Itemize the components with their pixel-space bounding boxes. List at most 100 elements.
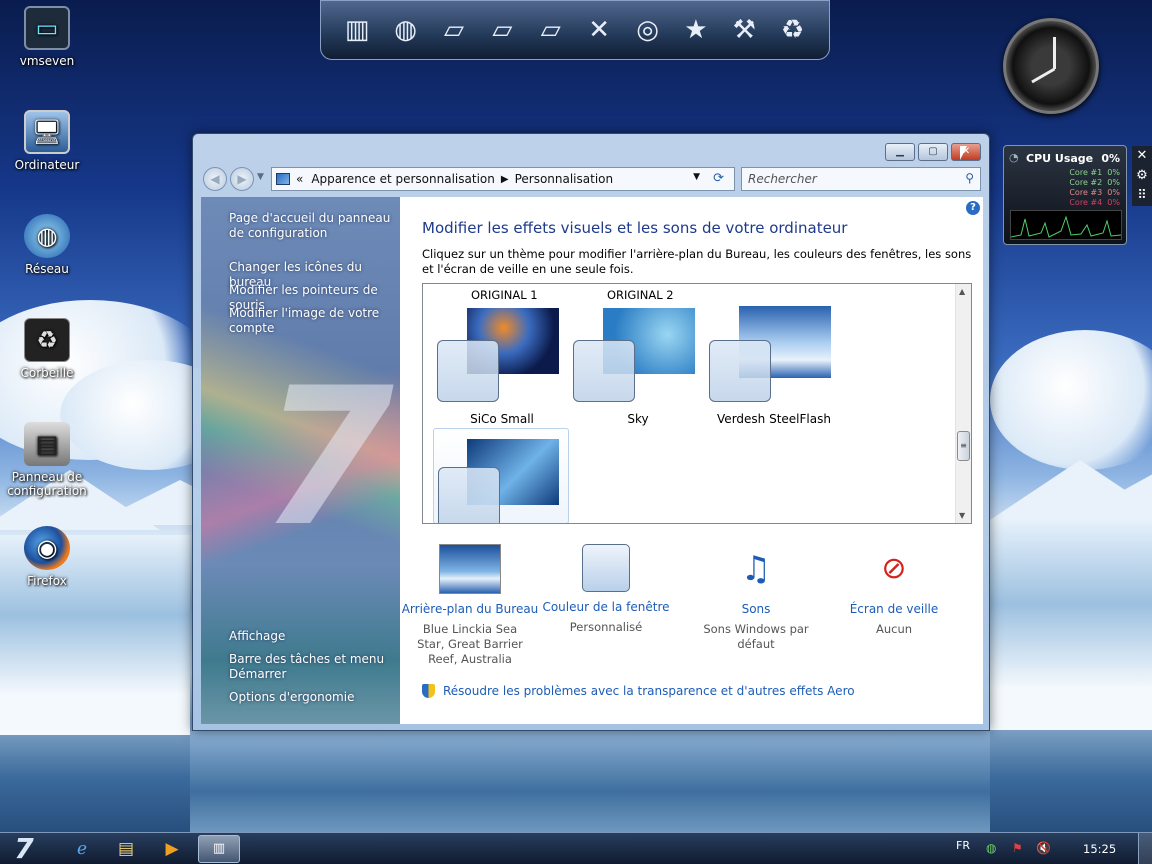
breadcrumb-apparence[interactable]: Apparence et personnalisation <box>311 172 495 186</box>
theme-sky[interactable]: Sky <box>573 308 709 438</box>
search-icon[interactable]: ⚲ <box>965 171 974 185</box>
aero-troubleshoot-link[interactable]: Résoudre les problèmes avec la transpare… <box>422 684 855 698</box>
desktop-icon-vmseven[interactable]: ▭ vmseven <box>2 6 92 68</box>
link-control-panel-home[interactable]: Page d'accueil du panneau de configurati… <box>229 211 397 241</box>
arrow-right-icon: ▶ <box>237 172 247 186</box>
language-indicator[interactable]: FR <box>956 839 970 852</box>
folder-icon[interactable]: ▱ <box>481 8 523 52</box>
cpu-usage-gadget[interactable]: ◔ CPU Usage 0% Core #1 0% Core #2 0% Cor… <box>1003 145 1127 245</box>
theme-name: SiCo Small <box>470 412 534 426</box>
forward-button[interactable]: ▶ <box>230 167 254 191</box>
arrow-left-icon: ◀ <box>210 172 220 186</box>
theme-list[interactable]: ORIGINAL 1 ORIGINAL 2 SiCo Small Sky Ver… <box>422 283 972 524</box>
window-color-value: Personnalisé <box>569 620 643 634</box>
folder-icon[interactable]: ▱ <box>433 8 475 52</box>
taskbar-control-panel[interactable]: ▥ <box>198 835 240 863</box>
cpu-total: 0% <box>1101 152 1120 165</box>
desktop-icon-ordinateur[interactable]: 🖥 Ordinateur <box>2 110 92 172</box>
option-desktop-background[interactable]: Arrière-plan du Bureau Blue Linckia Sea … <box>400 544 540 667</box>
cpu-core-row: Core #3 0% <box>1069 188 1120 197</box>
presentation-icon[interactable]: ▥ <box>336 8 378 52</box>
aero-troubleshoot-label[interactable]: Résoudre les problèmes avec la transpare… <box>443 684 855 698</box>
link-account-picture[interactable]: Modifier l'image de votre compte <box>229 306 397 336</box>
network-globe-icon[interactable]: ◍ <box>385 8 427 52</box>
folder-icon: ▤ <box>117 839 135 859</box>
theme-window-color <box>573 340 635 402</box>
clock-time[interactable]: 15:25 <box>1083 842 1116 856</box>
theme-current[interactable] <box>433 428 569 523</box>
taskbar-media-player[interactable]: ▶ <box>152 835 192 863</box>
wrench-icon[interactable]: ⚙ <box>1132 166 1152 186</box>
desktop-icon-label: Réseau <box>25 262 69 276</box>
link-ease-of-access[interactable]: Options d'ergonomie <box>229 690 397 705</box>
desktop-background-value: Blue Linckia Sea Star, Great Barrier Ree… <box>417 622 523 666</box>
desktop-background-link[interactable]: Arrière-plan du Bureau <box>400 602 540 616</box>
start-button[interactable]: 7 <box>4 833 44 864</box>
volume-muted-icon[interactable]: 🔇 <box>1036 841 1051 855</box>
refresh-icon[interactable]: ⟳ <box>713 171 724 186</box>
scrollbar-thumb[interactable]: ≡ <box>957 431 970 461</box>
cpu-graph-line <box>1010 215 1122 238</box>
folder-icon[interactable]: ▱ <box>530 8 572 52</box>
action-center-icon[interactable]: ⚑ <box>1012 841 1023 855</box>
desktop-icon-firefox[interactable]: ◉ Firefox <box>2 526 92 588</box>
link-taskbar-start-menu[interactable]: Barre des tâches et menu Démarrer <box>229 652 397 682</box>
address-bar[interactable]: « Apparence et personnalisation ▶ Person… <box>271 167 735 191</box>
theme-list-scrollbar[interactable]: ▲ ≡ ▼ <box>955 284 971 523</box>
help-icon[interactable]: ? <box>966 201 980 215</box>
show-desktop-button[interactable] <box>1138 833 1152 864</box>
desktop-icon-label: Panneau de configuration <box>7 470 87 498</box>
window-color-link[interactable]: Couleur de la fenêtre <box>536 600 676 614</box>
network-globe-icon: ◍ <box>24 214 70 258</box>
taskbar-ie[interactable]: ℯ <box>62 835 102 863</box>
scroll-down-icon[interactable]: ▼ <box>959 511 965 520</box>
window-color-icon <box>582 544 630 592</box>
network-tray-icon[interactable]: ◍ <box>986 841 996 855</box>
breadcrumb-personnalisation[interactable]: Personnalisation <box>515 172 614 186</box>
desktop-icon-corbeille[interactable]: ♻ Corbeille <box>2 318 92 380</box>
clock-gadget[interactable] <box>1003 18 1099 114</box>
link-affichage[interactable]: Affichage <box>229 629 397 644</box>
shield-icon <box>422 684 435 698</box>
recycle-bin-icon: ♻ <box>24 318 70 362</box>
address-dropdown-icon[interactable]: ▼ <box>693 172 700 182</box>
minimize-button[interactable]: ▁ <box>885 143 915 161</box>
theme-sico-small[interactable]: SiCo Small <box>437 308 573 438</box>
taskbar-explorer[interactable]: ▤ <box>106 835 146 863</box>
hammer-icon[interactable]: ⚒ <box>723 8 765 52</box>
screensaver-link[interactable]: Écran de veille <box>824 602 964 616</box>
theme-name: Verdesh SteelFlash <box>717 412 831 426</box>
recent-pages-dropdown[interactable]: ▼ <box>257 172 264 182</box>
theme-window-color <box>438 467 500 523</box>
breadcrumb-separator-icon[interactable]: ▶ <box>501 174 509 185</box>
breadcrumb-prefix[interactable]: « <box>296 172 303 186</box>
monitor-icon: ▭ <box>24 6 70 50</box>
sounds-link[interactable]: Sons <box>686 602 826 616</box>
windows-logo-icon: 7 <box>14 832 34 864</box>
theme-verdesh-steelflash[interactable]: Verdesh SteelFlash <box>709 302 845 432</box>
tools-icon[interactable]: ✕ <box>578 8 620 52</box>
option-window-color[interactable]: Couleur de la fenêtre Personnalisé <box>536 544 676 635</box>
cpu-core-row: Core #1 0% <box>1069 168 1120 177</box>
desktop-icon-panneau[interactable]: ▤ Panneau de configuration <box>2 422 92 498</box>
desktop-icon-reseau[interactable]: ◍ Réseau <box>2 214 92 276</box>
control-panel-icon: ▤ <box>24 422 70 466</box>
sounds-icon: ♫ <box>740 549 772 589</box>
option-screensaver[interactable]: ⊘ Écran de veille Aucun <box>824 544 964 637</box>
maximize-button[interactable]: ▢ <box>918 143 948 161</box>
drag-handle-icon[interactable]: ⠿ <box>1132 186 1152 206</box>
option-sounds[interactable]: ♫ Sons Sons Windows par défaut <box>686 544 826 652</box>
firefox-icon: ◉ <box>24 526 70 570</box>
globe-icon[interactable]: ◎ <box>627 8 669 52</box>
scroll-up-icon[interactable]: ▲ <box>959 287 965 296</box>
personalization-window: ▁ ▢ ✕ ◀ ▶ ▼ « Apparence et personnalisat… <box>192 133 990 731</box>
search-input[interactable]: Rechercher ⚲ <box>741 167 981 191</box>
cpu-core-row: Core #4 0% <box>1069 198 1120 207</box>
tshirt-icon[interactable]: ★ <box>675 8 717 52</box>
theme-window-color <box>709 340 771 402</box>
back-button[interactable]: ◀ <box>203 167 227 191</box>
taskbar: 7 ℯ ▤ ▶ ▥ FR ◍ ⚑ 🔇 15:25 <box>0 832 1152 864</box>
recycle-bin-icon[interactable]: ♻ <box>772 8 814 52</box>
sounds-value: Sons Windows par défaut <box>703 622 809 651</box>
close-icon[interactable]: ✕ <box>1132 146 1152 166</box>
